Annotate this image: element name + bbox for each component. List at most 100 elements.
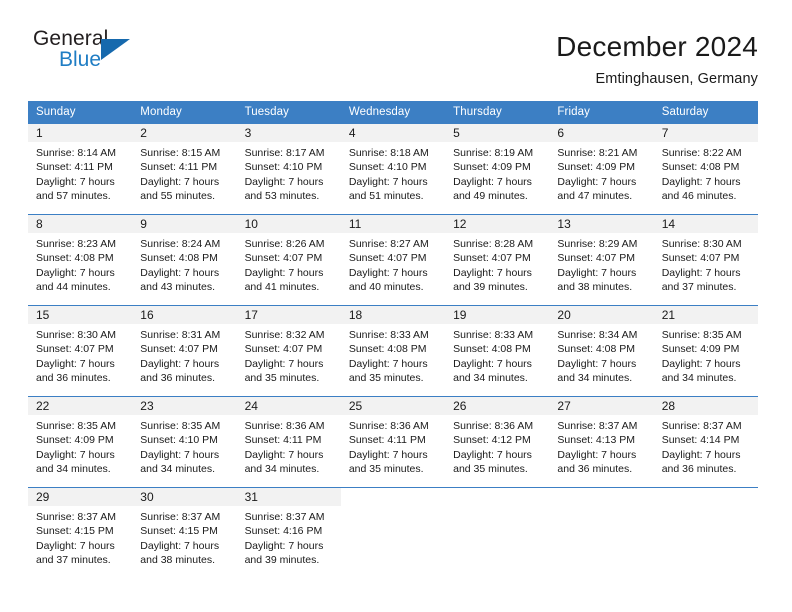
sunset-text: Sunset: 4:14 PM — [661, 434, 740, 447]
day-number: 1 — [28, 124, 133, 142]
day-cell-content: 17 Sunrise: 8:32 AM Sunset: 4:07 PM Dayligh… — [236, 306, 341, 396]
calendar-week-row: 29 Sunrise: 8:37 AM Sunset: 4:15 PM Dayligh… — [28, 487, 758, 578]
day-sun-info: Sunrise: 8:33 AM Sunset: 4:08 PM Daylight:… — [341, 324, 445, 386]
calendar-day-cell[interactable]: 2 Sunrise: 8:15 AM Sunset: 4:11 PM Daylight… — [132, 123, 237, 215]
day-number: 20 — [549, 306, 654, 324]
title-block: December 2024 Emtinghausen, Germany — [556, 28, 758, 89]
daylight-text-line1: Daylight: 7 hours — [557, 448, 637, 461]
calendar-day-cell[interactable]: 6 Sunrise: 8:21 AM Sunset: 4:09 PM Daylight… — [549, 123, 654, 215]
calendar-day-cell[interactable]: 13 Sunrise: 8:29 AM Sunset: 4:07 PM Dayligh… — [549, 214, 654, 306]
sunset-text: Sunset: 4:07 PM — [661, 252, 740, 265]
calendar-day-cell[interactable]: 1 Sunrise: 8:14 AM Sunset: 4:11 PM Daylight… — [28, 123, 133, 215]
calendar-day-cell[interactable]: 22 Sunrise: 8:35 AM Sunset: 4:09 PM Dayligh… — [28, 396, 133, 488]
sunset-text: Sunset: 4:11 PM — [244, 434, 322, 447]
calendar-week-row: 8 Sunrise: 8:23 AM Sunset: 4:08 PM Daylight… — [28, 214, 758, 306]
day-sun-info — [341, 506, 445, 510]
day-cell-content: 6 Sunrise: 8:21 AM Sunset: 4:09 PM Daylight… — [549, 124, 654, 214]
daylight-text-line1: Daylight: 7 hours — [453, 266, 532, 279]
calendar-empty-cell — [445, 487, 550, 578]
calendar-day-cell[interactable]: 4 Sunrise: 8:18 AM Sunset: 4:10 PM Daylight… — [340, 123, 446, 215]
sunrise-text: Sunrise: 8:17 AM — [244, 147, 325, 159]
day-sun-info: Sunrise: 8:31 AM Sunset: 4:07 PM Daylight:… — [132, 324, 236, 386]
day-sun-info: Sunrise: 8:36 AM Sunset: 4:12 PM Daylight:… — [445, 415, 549, 477]
daylight-text-line1: Daylight: 7 hours — [557, 175, 637, 188]
day-sun-info: Sunrise: 8:22 AM Sunset: 4:08 PM Daylight:… — [654, 142, 758, 204]
daylight-text-line1: Daylight: 7 hours — [557, 357, 637, 370]
calendar-day-cell[interactable]: 5 Sunrise: 8:19 AM Sunset: 4:09 PM Daylight… — [445, 123, 550, 215]
generalblue-logo[interactable]: General Blue — [28, 28, 153, 84]
daylight-text-line2: and 34 minutes. — [244, 463, 320, 476]
calendar-day-cell[interactable]: 29 Sunrise: 8:37 AM Sunset: 4:15 PM Dayligh… — [28, 487, 133, 578]
sunset-text: Sunset: 4:11 PM — [140, 161, 218, 174]
daylight-text-line2: and 55 minutes. — [140, 190, 215, 203]
daylight-text-line2: and 34 minutes. — [140, 463, 215, 476]
calendar-day-cell[interactable]: 7 Sunrise: 8:22 AM Sunset: 4:08 PM Daylight… — [653, 123, 758, 215]
sunrise-text: Sunrise: 8:31 AM — [140, 329, 221, 341]
day-number — [653, 488, 758, 506]
calendar-day-cell[interactable]: 12 Sunrise: 8:28 AM Sunset: 4:07 PM Dayligh… — [445, 214, 550, 306]
daylight-text-line1: Daylight: 7 hours — [244, 539, 324, 552]
calendar-day-cell[interactable]: 3 Sunrise: 8:17 AM Sunset: 4:10 PM Daylight… — [236, 123, 341, 215]
day-number: 19 — [445, 306, 550, 324]
day-cell-content: 11 Sunrise: 8:27 AM Sunset: 4:07 PM Dayligh… — [340, 215, 446, 305]
calendar-empty-cell — [653, 487, 758, 578]
sunrise-text: Sunrise: 8:23 AM — [36, 238, 116, 250]
calendar-day-cell[interactable]: 25 Sunrise: 8:36 AM Sunset: 4:11 PM Dayligh… — [340, 396, 446, 488]
daylight-text-line2: and 38 minutes. — [140, 554, 215, 567]
calendar-day-cell[interactable]: 16 Sunrise: 8:31 AM Sunset: 4:07 PM Dayligh… — [132, 305, 237, 397]
calendar-day-cell[interactable]: 14 Sunrise: 8:30 AM Sunset: 4:07 PM Dayligh… — [653, 214, 758, 306]
calendar-day-cell[interactable]: 20 Sunrise: 8:34 AM Sunset: 4:08 PM Dayligh… — [549, 305, 654, 397]
calendar-day-cell[interactable]: 19 Sunrise: 8:33 AM Sunset: 4:08 PM Dayligh… — [445, 305, 550, 397]
daylight-text-line2: and 36 minutes. — [36, 372, 111, 385]
day-sun-info: Sunrise: 8:36 AM Sunset: 4:11 PM Daylight:… — [237, 415, 341, 477]
daylight-text-line1: Daylight: 7 hours — [244, 357, 324, 370]
sunset-text: Sunset: 4:08 PM — [557, 343, 636, 356]
sunset-text: Sunset: 4:07 PM — [244, 343, 323, 356]
day-cell-content: 20 Sunrise: 8:34 AM Sunset: 4:08 PM Dayligh… — [549, 306, 654, 396]
calendar-day-cell[interactable]: 31 Sunrise: 8:37 AM Sunset: 4:16 PM Dayligh… — [236, 487, 341, 578]
day-sun-info: Sunrise: 8:37 AM Sunset: 4:15 PM Daylight:… — [132, 506, 236, 568]
sunrise-text: Sunrise: 8:34 AM — [557, 329, 638, 341]
daylight-text-line2: and 34 minutes. — [557, 372, 633, 385]
calendar-day-cell[interactable]: 18 Sunrise: 8:33 AM Sunset: 4:08 PM Dayligh… — [340, 305, 446, 397]
sunrise-text: Sunrise: 8:21 AM — [557, 147, 638, 159]
day-number: 30 — [132, 488, 237, 506]
day-sun-info: Sunrise: 8:37 AM Sunset: 4:16 PM Daylight:… — [237, 506, 341, 568]
calendar-header-row: Sunday Monday Tuesday Wednesday Thursday… — [28, 101, 758, 124]
sunrise-text: Sunrise: 8:37 AM — [661, 420, 742, 432]
calendar-day-cell[interactable]: 8 Sunrise: 8:23 AM Sunset: 4:08 PM Daylight… — [28, 214, 133, 306]
sunset-text: Sunset: 4:10 PM — [140, 434, 218, 447]
daylight-text-line1: Daylight: 7 hours — [36, 266, 115, 279]
daylight-text-line1: Daylight: 7 hours — [140, 175, 220, 188]
calendar-day-cell[interactable]: 23 Sunrise: 8:35 AM Sunset: 4:10 PM Dayligh… — [132, 396, 237, 488]
daylight-text-line1: Daylight: 7 hours — [36, 175, 115, 188]
daylight-text-line1: Daylight: 7 hours — [36, 539, 115, 552]
sunset-text: Sunset: 4:08 PM — [348, 343, 427, 356]
calendar-day-cell[interactable]: 21 Sunrise: 8:35 AM Sunset: 4:09 PM Dayligh… — [653, 305, 758, 397]
calendar-day-cell[interactable]: 17 Sunrise: 8:32 AM Sunset: 4:07 PM Dayligh… — [236, 305, 341, 397]
calendar-day-cell[interactable]: 26 Sunrise: 8:36 AM Sunset: 4:12 PM Dayligh… — [445, 396, 550, 488]
calendar-day-cell[interactable]: 27 Sunrise: 8:37 AM Sunset: 4:13 PM Dayligh… — [549, 396, 654, 488]
day-sun-info: Sunrise: 8:18 AM Sunset: 4:10 PM Daylight:… — [341, 142, 445, 204]
daylight-text-line1: Daylight: 7 hours — [348, 448, 428, 461]
sunrise-text: Sunrise: 8:37 AM — [36, 511, 116, 523]
day-cell-content: 31 Sunrise: 8:37 AM Sunset: 4:16 PM Dayligh… — [236, 488, 341, 578]
sunset-text: Sunset: 4:07 PM — [348, 252, 427, 265]
calendar-day-cell[interactable]: 11 Sunrise: 8:27 AM Sunset: 4:07 PM Dayligh… — [340, 214, 446, 306]
sunset-text: Sunset: 4:07 PM — [453, 252, 531, 265]
day-cell-content — [340, 488, 446, 578]
calendar-day-cell[interactable]: 30 Sunrise: 8:37 AM Sunset: 4:15 PM Dayligh… — [132, 487, 237, 578]
sunset-text: Sunset: 4:09 PM — [453, 161, 531, 174]
calendar-day-cell[interactable]: 15 Sunrise: 8:30 AM Sunset: 4:07 PM Dayligh… — [28, 305, 133, 397]
calendar-day-cell[interactable]: 24 Sunrise: 8:36 AM Sunset: 4:11 PM Dayligh… — [236, 396, 341, 488]
calendar-day-cell[interactable]: 10 Sunrise: 8:26 AM Sunset: 4:07 PM Dayligh… — [236, 214, 341, 306]
day-sun-info: Sunrise: 8:19 AM Sunset: 4:09 PM Daylight:… — [445, 142, 549, 204]
calendar-day-cell[interactable]: 28 Sunrise: 8:37 AM Sunset: 4:14 PM Dayligh… — [653, 396, 758, 488]
sunrise-text: Sunrise: 8:35 AM — [36, 420, 116, 432]
sunrise-text: Sunrise: 8:19 AM — [453, 147, 534, 159]
day-number: 13 — [549, 215, 654, 233]
calendar-day-cell[interactable]: 9 Sunrise: 8:24 AM Sunset: 4:08 PM Daylight… — [132, 214, 237, 306]
sunrise-text: Sunrise: 8:36 AM — [453, 420, 534, 432]
daylight-text-line1: Daylight: 7 hours — [557, 266, 637, 279]
sunrise-text: Sunrise: 8:29 AM — [557, 238, 638, 250]
